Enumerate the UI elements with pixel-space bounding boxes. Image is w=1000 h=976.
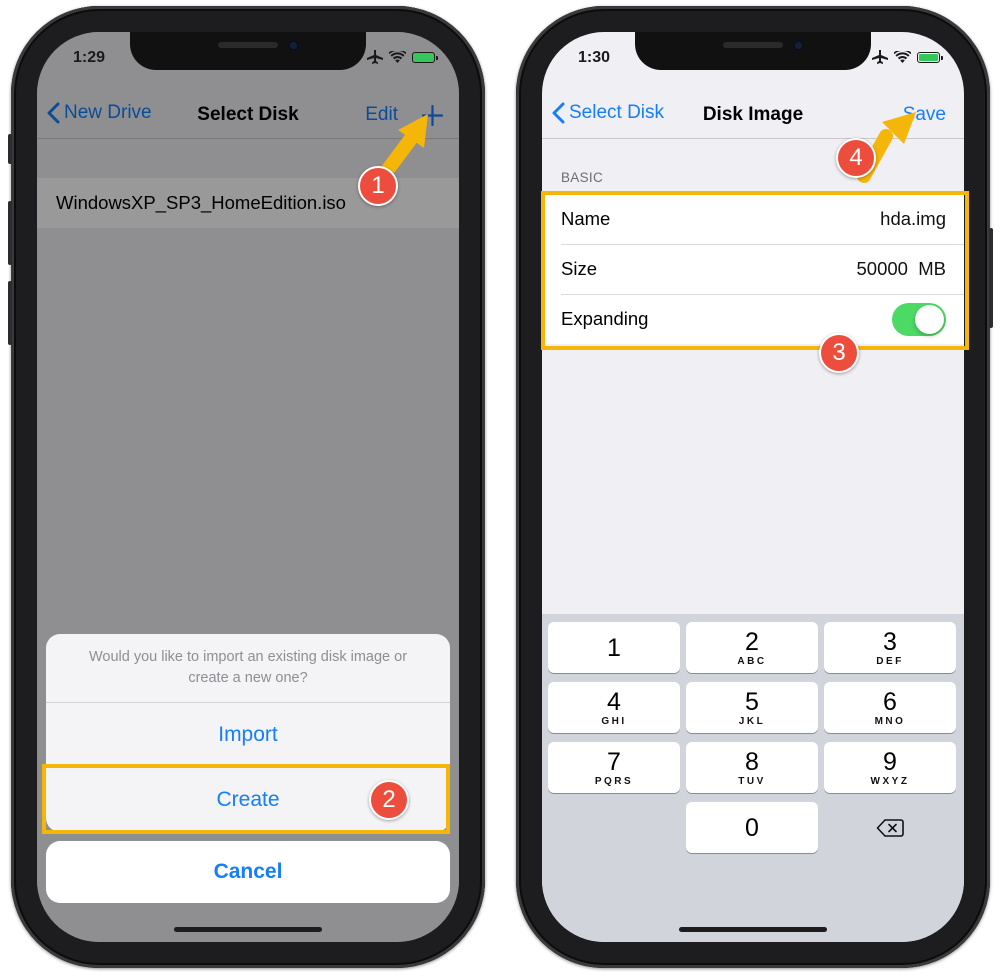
notch <box>130 32 366 70</box>
status-time: 1:30 <box>578 49 611 66</box>
size-label: Size <box>561 258 597 279</box>
back-label: Select Disk <box>569 102 665 123</box>
key-0[interactable]: 0 <box>686 802 818 853</box>
step-badge-4: 4 <box>836 138 876 178</box>
name-row: Name hda.img <box>542 194 964 244</box>
size-field[interactable]: 50000 MB <box>857 258 946 280</box>
key-2[interactable]: 2 ABC <box>686 622 818 673</box>
key-8[interactable]: 8 TUV <box>686 742 818 793</box>
import-button[interactable]: Import <box>46 702 450 767</box>
battery-charging-icon <box>917 51 943 63</box>
size-row: Size 50000 MB <box>542 244 964 294</box>
key-3[interactable]: 3 DEF <box>824 622 956 673</box>
delete-key[interactable] <box>824 802 956 853</box>
section-header: BASIC <box>561 170 604 185</box>
wifi-icon <box>389 51 406 63</box>
battery-charging-icon <box>412 51 438 63</box>
airplane-icon <box>872 50 888 64</box>
key-9[interactable]: 9 WXYZ <box>824 742 956 793</box>
expanding-toggle[interactable] <box>892 302 946 336</box>
expanding-row: Expanding <box>542 294 964 344</box>
expanding-label: Expanding <box>561 308 649 329</box>
airplane-icon <box>367 50 383 64</box>
action-sheet: Would you like to import an existing dis… <box>46 634 450 903</box>
volume-up-button <box>8 201 12 265</box>
backspace-icon <box>876 818 904 837</box>
volume-down-button <box>8 281 12 345</box>
key-4[interactable]: 4 GHI <box>548 682 680 733</box>
home-indicator <box>174 927 322 932</box>
status-time: 1:29 <box>73 49 106 66</box>
action-sheet-message: Would you like to import an existing dis… <box>88 649 408 686</box>
name-field[interactable]: hda.img <box>880 208 946 230</box>
key-1[interactable]: 1 <box>548 622 680 673</box>
disk-form: Name hda.img Size 50000 MB Expanding <box>542 194 964 344</box>
key-6[interactable]: 6 MNO <box>824 682 956 733</box>
key-5[interactable]: 5 JKL <box>686 682 818 733</box>
numeric-keypad: 1 2 ABC 3 DEF 4 GHI 5 JKL 6 MNO 7 PQRS 8 TUV 9W… <box>542 614 964 942</box>
step-badge-2: 2 <box>369 780 409 820</box>
toggle-knob <box>915 304 944 334</box>
mute-switch <box>8 134 12 164</box>
side-button <box>989 228 993 328</box>
step-badge-1: 1 <box>358 166 398 206</box>
home-indicator <box>679 927 827 932</box>
cancel-button[interactable]: Cancel <box>46 841 450 903</box>
notch <box>635 32 871 70</box>
key-7[interactable]: 7 PQRS <box>548 742 680 793</box>
wifi-icon <box>894 51 911 63</box>
chevron-left-icon <box>552 102 565 124</box>
step-badge-3: 3 <box>819 333 859 373</box>
name-label: Name <box>561 208 611 229</box>
back-button[interactable]: Select Disk <box>552 102 664 124</box>
